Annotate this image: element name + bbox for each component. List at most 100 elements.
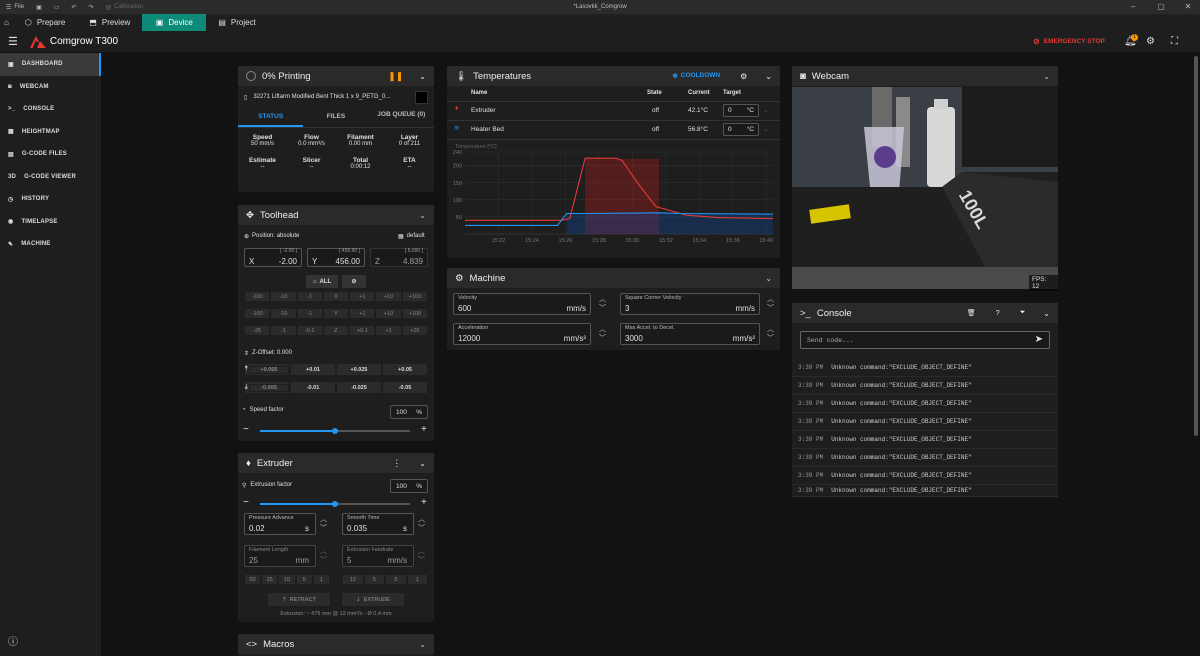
jog-button[interactable]: +1 [375,325,402,336]
pressure-stepper[interactable]: ︿ ﹀ [320,515,327,533]
help-icon[interactable]: ⓘ [8,633,18,648]
jog-button[interactable]: +100 [401,308,428,319]
smooth-time-input[interactable]: Smooth Time 0.035 s [342,513,414,535]
preset-button[interactable]: 50 [244,574,262,585]
motors-off-button[interactable]: ⊘ [342,275,366,288]
tab-files[interactable]: FILES [303,108,368,127]
preset-button[interactable]: 5 [363,574,385,585]
undo-icon[interactable]: ↶ [65,4,82,11]
sidebar-item-machine[interactable]: ✎ MACHINE [0,233,101,256]
z-up-button[interactable]: +0.05 [382,363,428,376]
jog-button[interactable]: -1 [296,291,323,302]
settings-icon[interactable]: ⚙ [1146,36,1155,47]
extrude-button[interactable]: ⇣ EXTRUDE [342,593,404,606]
z-up-button[interactable]: +0.025 [336,363,382,376]
square-corner-velocity-input[interactable]: Square Corner Velocity 3 mm/s [620,293,760,315]
jog-button[interactable]: +1 [349,308,376,319]
calibration-menu[interactable]: ▤ Calibration [99,4,148,11]
feedrate-stepper[interactable]: ︿ ﹀ [418,547,425,565]
jog-button[interactable]: +1 [349,291,376,302]
preset-button[interactable]: 5 [295,574,313,585]
jog-button[interactable]: +0.1 [349,325,376,336]
velocity-stepper[interactable]: ︿ ﹀ [599,295,606,313]
hamburger-icon[interactable]: ☰ [8,35,18,48]
preset-button[interactable]: 1 [312,574,331,585]
length-stepper[interactable]: ︿ ﹀ [320,547,327,565]
slider-knob[interactable] [332,428,338,434]
home-all-button[interactable]: ⌂ ALL [306,275,338,288]
maximize-icon[interactable]: ▢ [1151,0,1171,14]
chevron-down-icon[interactable]: ⌄ [419,72,426,81]
tab-preview[interactable]: ⬒ Preview [77,14,142,31]
minimize-icon[interactable]: – [1123,0,1143,14]
redo-icon[interactable]: ↷ [82,4,99,11]
z-down-button[interactable]: ⤓ -0.005 [244,381,290,394]
trash-icon[interactable]: 🗑︎ [967,309,976,317]
slider-knob[interactable] [332,501,338,507]
velocity-input[interactable]: Velocity 600 mm/s [453,293,591,315]
extrusion-feedrate-input[interactable]: Extrusion Feedrate 5 mm/s [342,545,414,567]
extruder-target-input[interactable]: 0 °C [723,104,759,117]
jog-button[interactable]: -25 [244,325,271,336]
smooth-stepper[interactable]: ︿ ﹀ [418,515,425,533]
accel-stepper[interactable]: ︿ ﹀ [599,325,606,343]
preset-button[interactable]: 10 [342,574,364,585]
send-icon[interactable]: ➤ [1035,334,1043,345]
profile-label[interactable]: ▦ default [398,233,425,240]
chevron-down-icon[interactable]: ⌄ [419,640,426,649]
folder-icon[interactable]: ▭ [48,4,66,11]
chevron-down-icon[interactable]: ⌄ [765,274,772,283]
home-icon[interactable]: ⌂ [0,14,13,31]
y-position-field[interactable]: [ 455.90 ] Y 456.00 [307,248,365,267]
tab-prepare[interactable]: ⬡ Prepare [13,14,77,31]
page-scrollbar[interactable] [1194,56,1198,436]
save-icon[interactable]: ▣ [30,4,48,11]
jog-button[interactable]: +25 [401,325,428,336]
tab-device[interactable]: ▣ Device [142,14,207,31]
preset-button[interactable]: 2 [385,574,407,585]
jog-button[interactable]: -1 [296,308,323,319]
filament-length-input[interactable]: Filament Length 25 mm [244,545,316,567]
acceleration-input[interactable]: Acceleration 12000 mm/s² [453,323,591,345]
jog-button[interactable]: -10 [270,291,297,302]
z-position-field[interactable]: [ 5.000 ] Z 4.839 [370,248,428,267]
tab-job-queue[interactable]: JOB QUEUE (0) [369,108,434,127]
z-down-button[interactable]: -0.025 [336,381,382,394]
chevron-down-icon[interactable]: ⌄ [1043,72,1050,81]
preset-button[interactable]: 25 [261,574,279,585]
z-up-button[interactable]: +0.01 [290,363,336,376]
cooldown-button[interactable]: ❄ COOLDOWN [672,72,720,80]
plus-icon[interactable]: + [421,497,427,508]
fullscreen-icon[interactable]: ⛶ [1171,36,1178,47]
sidebar-item-timelapse[interactable]: ◉ TIMELAPSE [0,211,101,234]
more-vert-icon[interactable]: ⋮ [392,458,401,469]
close-icon[interactable]: ✕ [1178,0,1198,14]
dropdown-icon[interactable]: ⌄ [763,106,768,114]
jog-button[interactable]: +10 [375,308,402,319]
jog-button[interactable]: +100 [401,291,428,302]
minus-icon[interactable]: − [243,497,249,508]
chevron-down-icon[interactable]: ⌄ [1043,309,1050,318]
emergency-stop-button[interactable]: ⊘ EMERGENCY STOP [1033,37,1105,46]
z-down-button[interactable]: -0.05 [382,381,428,394]
chevron-down-icon[interactable]: ⌄ [419,211,426,220]
filter-icon[interactable]: ⏷ [1020,309,1026,317]
max-accel-to-decel-input[interactable]: Max Accel. to Decel. 3000 mm/s² [620,323,760,345]
extrusion-factor-input[interactable]: 100 % [390,479,428,493]
jog-button[interactable]: -100 [244,291,271,302]
bed-target-input[interactable]: 0 °C [723,123,759,136]
speed-factor-slider[interactable] [260,428,410,434]
dropdown-icon[interactable]: ⌄ [763,125,768,133]
z-down-button[interactable]: -0.01 [290,381,336,394]
jog-button[interactable]: +10 [375,291,402,302]
sidebar-item-webcam[interactable]: ◙ WEBCAM [0,76,101,99]
scv-stepper[interactable]: ︿ ﹀ [767,295,774,313]
chevron-down-icon[interactable]: ⌄ [765,72,772,81]
pressure-advance-input[interactable]: Pressure Advance 0.02 s [244,513,316,535]
speed-factor-input[interactable]: 100 % [390,405,428,419]
help-icon[interactable]: ? [996,310,1000,317]
retract-button[interactable]: ⇡ RETRACT [268,593,330,606]
jog-button[interactable]: -1 [270,325,297,336]
preset-button[interactable]: 1 [406,574,428,585]
sidebar-item-gcode-files[interactable]: ▤ G-CODE FILES [0,143,101,166]
